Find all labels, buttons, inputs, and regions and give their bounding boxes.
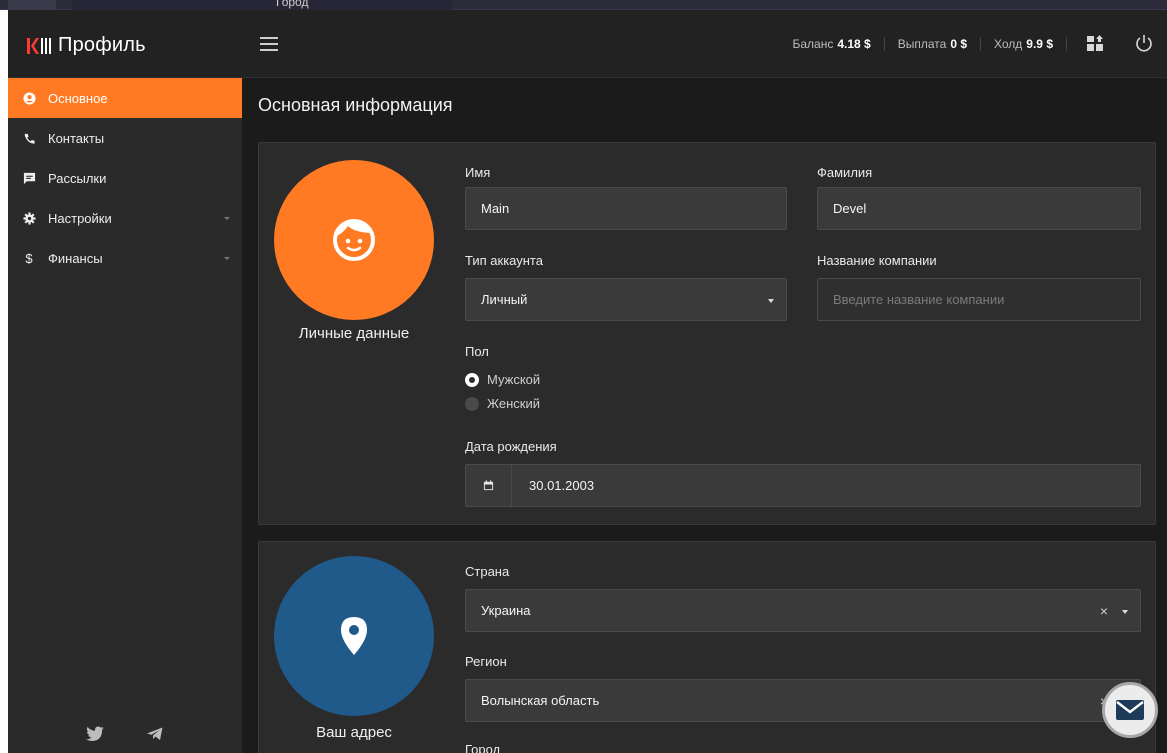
- left-edge: [0, 10, 8, 753]
- gender-label: Пол: [465, 344, 489, 359]
- sidebar-item-main[interactable]: Основное: [8, 78, 242, 118]
- country-select[interactable]: Украина ×: [465, 589, 1141, 632]
- sidebar-item-label: Настройки: [48, 210, 112, 226]
- stat-hold: Холд 9.9 $: [981, 37, 1067, 51]
- address-card: Ваш адрес Страна Украина × Регион Волынс…: [258, 541, 1156, 753]
- birthdate-label: Дата рождения: [465, 439, 557, 454]
- logo-mark: [26, 36, 52, 56]
- stat-value: 0 $: [950, 37, 967, 51]
- twitter-icon[interactable]: [85, 725, 105, 743]
- logo[interactable]: Профиль: [26, 34, 146, 57]
- app-title: Профиль: [58, 34, 146, 56]
- telegram-icon[interactable]: [145, 725, 165, 743]
- chevron-down-icon: [224, 257, 230, 260]
- menu-toggle-icon[interactable]: [260, 37, 278, 51]
- overlay-tab: [8, 0, 56, 10]
- phone-icon: [22, 131, 36, 145]
- overlay-tab: [72, 0, 452, 10]
- sidebar-item-label: Основное: [48, 90, 108, 106]
- radio-label: Женский: [487, 396, 540, 411]
- city-label: Город: [465, 742, 501, 753]
- sidebar: Основное Контакты Рассылки Настройки $ Ф…: [8, 78, 242, 753]
- stat-balance: Баланс 4.18 $: [780, 37, 885, 51]
- sidebar-item-contacts[interactable]: Контакты: [8, 118, 242, 158]
- avatar: [274, 160, 434, 320]
- social-links: [8, 725, 242, 743]
- dashboard-icon[interactable]: [1085, 33, 1105, 53]
- stat-payout: Выплата 0 $: [885, 37, 981, 51]
- sidebar-item-label: Контакты: [48, 130, 105, 146]
- radio-unchecked-icon: [465, 396, 479, 411]
- map-pin-icon: [341, 617, 367, 655]
- chevron-down-icon: [224, 217, 230, 220]
- birthdate-field[interactable]: 30.01.2003: [465, 464, 1141, 507]
- stat-label: Холд: [994, 37, 1023, 51]
- country-label: Страна: [465, 564, 510, 579]
- account-type-label: Тип аккаунта: [465, 253, 543, 268]
- profile-page: Город Профиль Баланс 4.18 $ Выплата 0 $ …: [0, 0, 1167, 753]
- browser-overlay-strip: Город: [0, 0, 1167, 10]
- chevron-down-icon: [768, 299, 774, 303]
- birthdate-value: 30.01.2003: [529, 478, 595, 493]
- sidebar-item-settings[interactable]: Настройки: [8, 198, 242, 238]
- chat-button[interactable]: [1102, 682, 1158, 738]
- account-type-select[interactable]: Личный: [465, 278, 787, 321]
- section-label-address: Ваш адрес: [316, 724, 392, 741]
- user-circle-icon: [22, 91, 36, 105]
- gear-icon: [22, 211, 36, 225]
- section-label-personal: Личные данные: [298, 325, 410, 342]
- account-type-value: Личный: [481, 292, 528, 307]
- overlay-text: Город: [276, 0, 309, 9]
- sidebar-item-label: Рассылки: [48, 170, 107, 186]
- dollar-icon: $: [25, 250, 33, 266]
- sidebar-item-label: Финансы: [48, 250, 103, 266]
- balance-stats: Баланс 4.18 $ Выплата 0 $ Холд 9.9 $: [780, 37, 1067, 51]
- gender-female-radio[interactable]: Женский: [465, 396, 540, 411]
- sidebar-item-finance[interactable]: $ Финансы: [8, 238, 242, 278]
- chevron-down-icon: [1122, 610, 1128, 614]
- radio-label: Мужской: [487, 372, 541, 387]
- sidebar-item-mailings[interactable]: Рассылки: [8, 158, 242, 198]
- stat-label: Баланс: [792, 37, 834, 51]
- region-select[interactable]: Волынская область ×: [465, 679, 1141, 722]
- company-label: Название компании: [817, 253, 937, 268]
- last-name-field[interactable]: Devel: [817, 187, 1141, 230]
- region-label: Регион: [465, 654, 507, 669]
- power-icon[interactable]: [1134, 33, 1154, 53]
- stat-value: 4.18 $: [837, 37, 871, 51]
- personal-data-card: Личные данные Имя Main Фамилия Devel Тип…: [258, 142, 1156, 525]
- stat-value: 9.9 $: [1026, 37, 1053, 51]
- first-name-field[interactable]: Main: [465, 187, 787, 230]
- message-icon: [22, 171, 36, 185]
- last-name-label: Фамилия: [817, 165, 873, 180]
- top-header: Профиль Баланс 4.18 $ Выплата 0 $ Холд 9.9 …: [8, 10, 1167, 78]
- calendar-icon: [466, 465, 512, 506]
- envelope-icon: [1116, 700, 1144, 720]
- country-value: Украина: [481, 603, 531, 618]
- region-value: Волынская область: [481, 693, 600, 708]
- first-name-label: Имя: [465, 165, 491, 180]
- face-icon: [333, 219, 375, 261]
- main-content: Основная информация Личные данные Имя Ma…: [242, 78, 1167, 753]
- page-title: Основная информация: [258, 95, 453, 115]
- company-name-input[interactable]: [817, 278, 1141, 321]
- address-avatar: [274, 556, 434, 716]
- clear-icon[interactable]: ×: [1100, 603, 1108, 619]
- radio-checked-icon: [465, 372, 479, 387]
- stat-label: Выплата: [897, 37, 947, 51]
- gender-male-radio[interactable]: Мужской: [465, 372, 540, 387]
